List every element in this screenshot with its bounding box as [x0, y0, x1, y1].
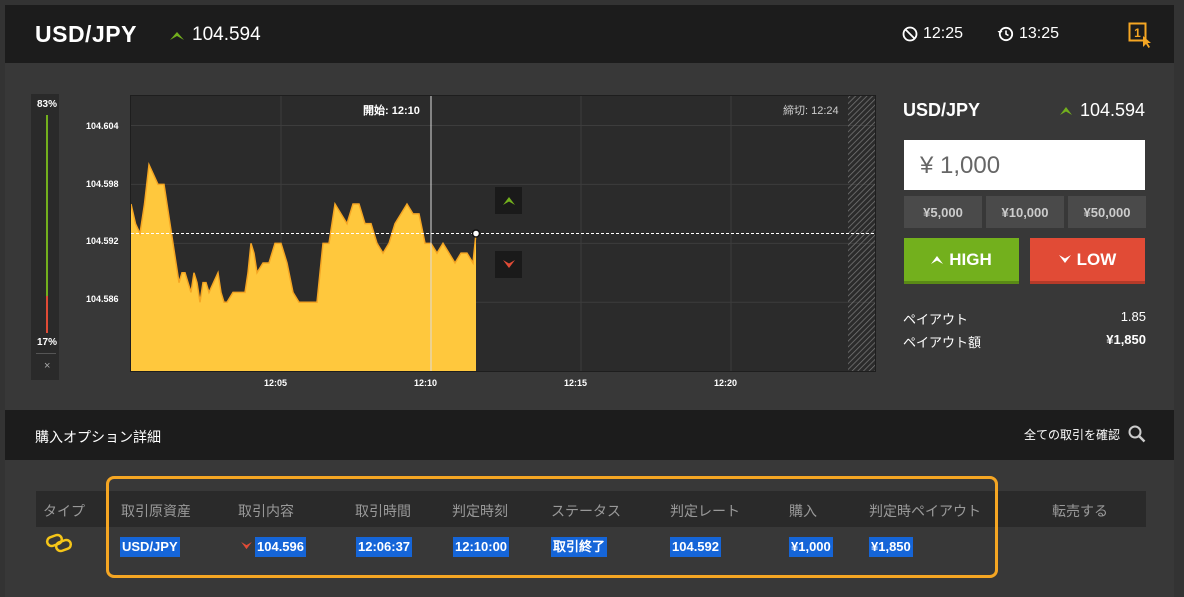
svg-text:1: 1 [1134, 26, 1141, 40]
payout-value: 1.85 [1120, 309, 1146, 324]
low-button-label: LOW [1076, 249, 1117, 269]
column-header: タイプ [43, 503, 85, 519]
price-area [131, 164, 476, 371]
panel-price-value: 104.594 [1080, 100, 1146, 120]
gauge-divider [36, 353, 56, 354]
column-header: 転売する [1052, 503, 1108, 519]
chart-end-label: 締切: 12:24 [783, 105, 839, 117]
arrow-up-icon [1060, 107, 1072, 115]
y-tick-label: 104.592 [86, 236, 119, 246]
payout-amount-label: ペイアウト額 [903, 335, 982, 350]
price-chart-svg [131, 96, 875, 371]
price-chart[interactable]: 開始: 12:10 締切: 12:24 [130, 95, 876, 372]
current-point [471, 229, 481, 238]
gauge-low-pct: 17% [37, 337, 58, 348]
quick-amount-5000[interactable]: ¥5,000 [904, 196, 982, 228]
payout-amount-row: ペイアウト額 ¥1,850 [903, 332, 1146, 351]
quick-amount-50000[interactable]: ¥50,000 [1068, 196, 1146, 228]
history-clock-icon [997, 26, 1014, 42]
header-price: 104.594 [170, 24, 261, 46]
gauge-high-pct: 83% [37, 99, 58, 110]
y-tick-label: 104.598 [86, 179, 119, 189]
no-entry-clock-icon [902, 26, 918, 42]
arrow-down-icon [502, 260, 515, 268]
y-tick-label: 104.586 [86, 294, 119, 304]
high-button[interactable]: HIGH [904, 238, 1019, 284]
x-tick-label: 12:15 [564, 378, 588, 388]
low-button[interactable]: LOW [1030, 238, 1145, 284]
arrow-up-icon [502, 197, 515, 205]
chart-low-marker[interactable] [495, 251, 522, 278]
details-header-bar: 購入オプション詳細 全ての取引を確認 [5, 410, 1174, 460]
header-time-start-value: 12:25 [923, 25, 964, 42]
arrow-up-icon [931, 256, 944, 264]
payout-label: ペイアウト [903, 312, 969, 327]
chart-high-marker[interactable] [495, 187, 522, 214]
high-button-label: HIGH [949, 249, 992, 269]
x-tick-label: 12:20 [714, 378, 738, 388]
x-tick-label: 12:05 [264, 378, 288, 388]
view-all-trades-label: 全ての取引を確認 [1023, 427, 1120, 442]
one-click-icon[interactable]: 1 [1128, 22, 1152, 53]
gauge-close-button[interactable]: × [44, 360, 50, 372]
top-header: USD/JPY 104.594 12:25 13:25 1 [5, 5, 1174, 63]
highlight-annotation [106, 476, 998, 578]
y-tick-label: 104.604 [86, 121, 119, 131]
view-all-trades-link[interactable]: 全ての取引を確認 [1024, 425, 1146, 443]
arrow-up-icon [170, 32, 184, 40]
amount-input[interactable]: ¥ 1,000 [904, 140, 1145, 190]
chart-start-label: 開始: 12:10 [363, 105, 420, 117]
search-icon [1128, 425, 1146, 443]
panel-pair-title: USD/JPY [903, 100, 981, 120]
header-time-start: 12:25 [902, 25, 963, 43]
details-title: 購入オプション詳細 [35, 429, 161, 445]
x-tick-label: 12:10 [414, 378, 438, 388]
payout-amount-value: ¥1,850 [1106, 332, 1146, 347]
quick-amount-10000[interactable]: ¥10,000 [986, 196, 1064, 228]
gauge-bar-high [46, 115, 48, 296]
header-time-end: 13:25 [997, 25, 1059, 43]
header-price-value: 104.594 [192, 24, 261, 45]
gauge-bar-low [46, 296, 48, 333]
panel-price: 104.594 [1060, 100, 1145, 121]
arrow-down-icon [1058, 255, 1071, 263]
header-pair-title: USD/JPY [35, 21, 137, 47]
payout-row: ペイアウト 1.85 [903, 309, 1146, 328]
header-time-end-value: 13:25 [1019, 25, 1060, 42]
chain-link-icon [45, 533, 73, 553]
